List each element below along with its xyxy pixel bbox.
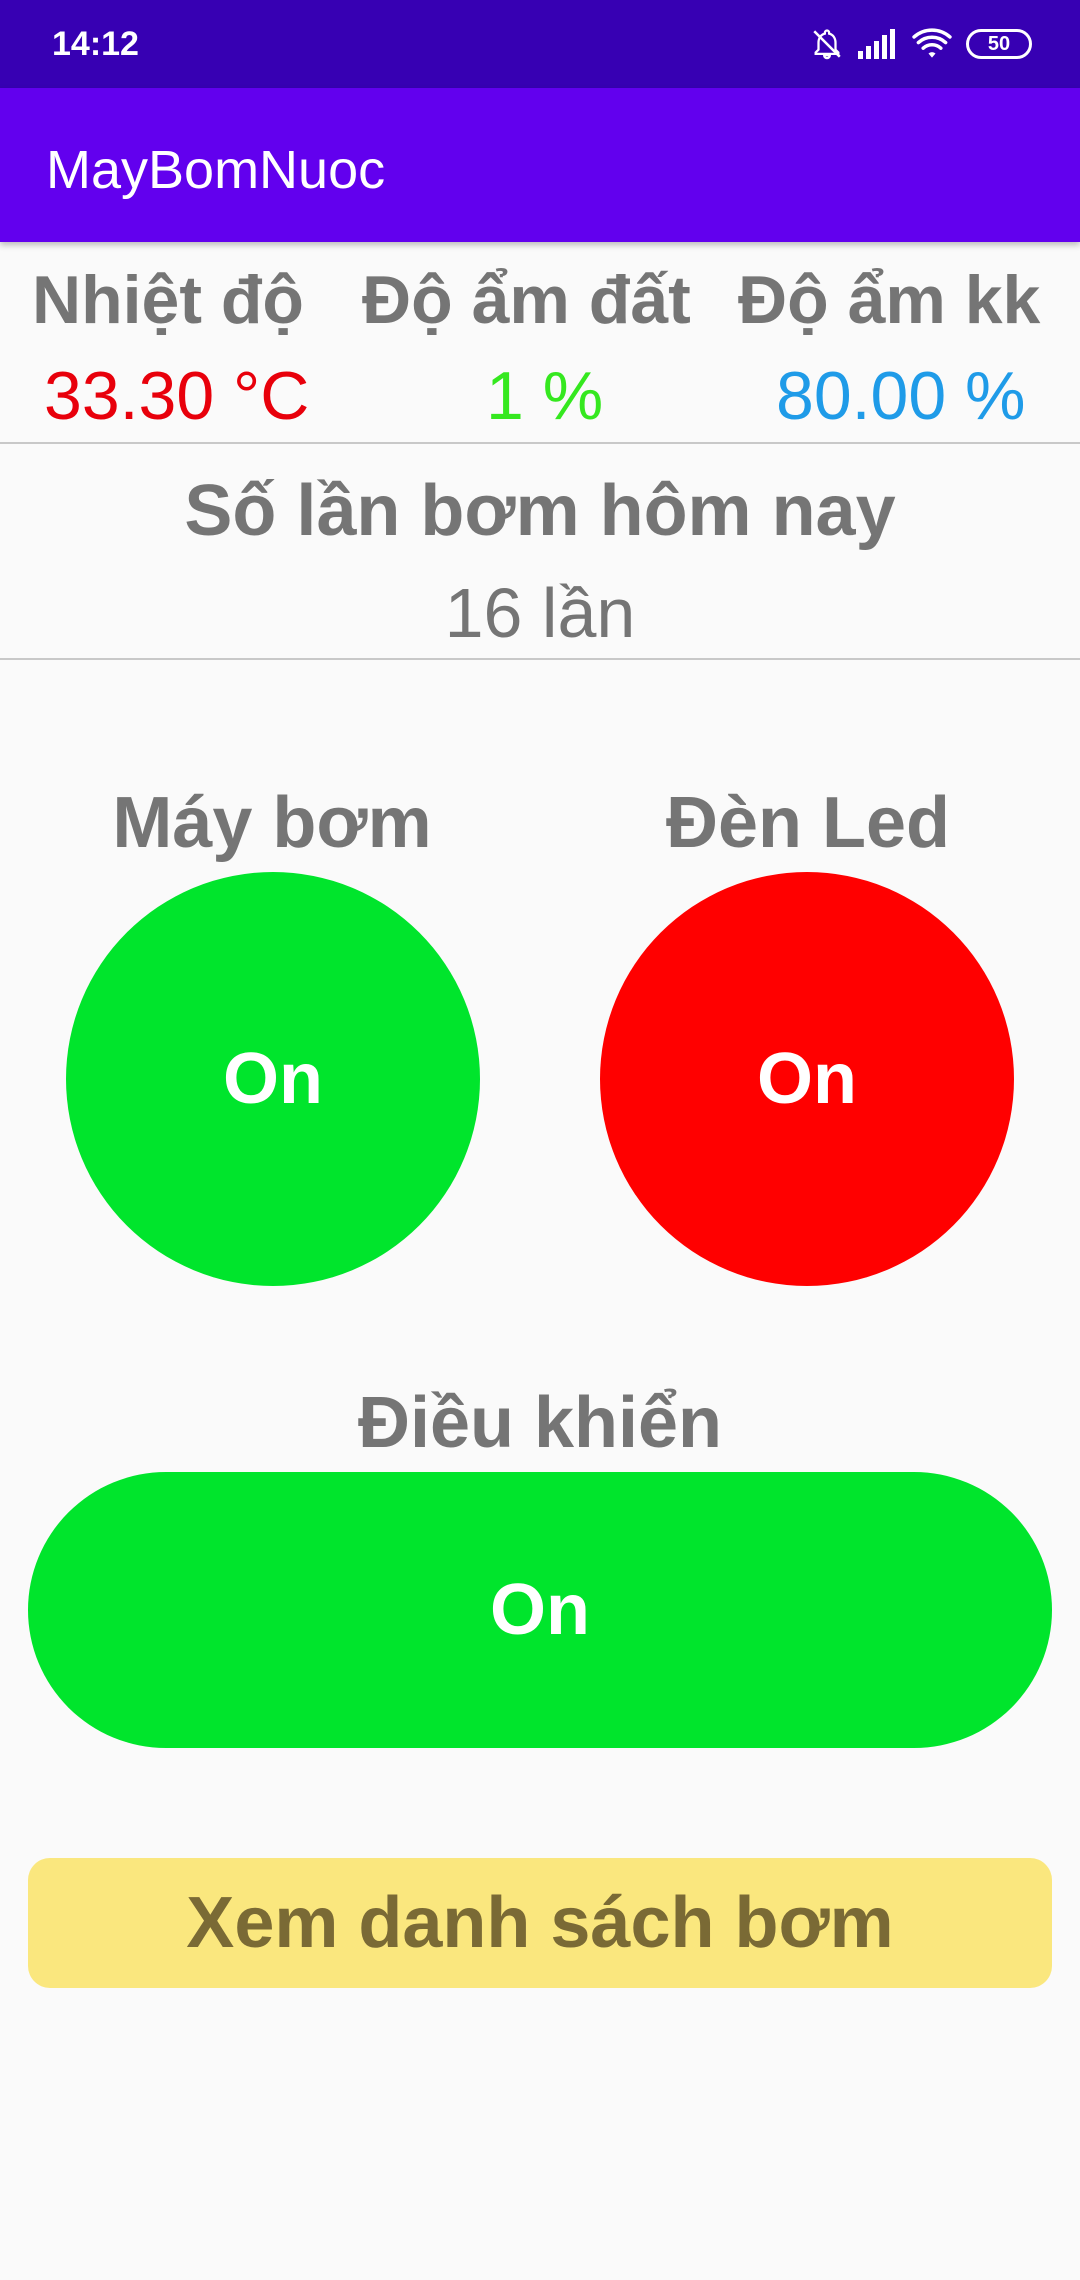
- divider: [0, 658, 1080, 660]
- divider: [0, 442, 1080, 444]
- battery-icon: 50: [966, 29, 1032, 59]
- pump-label: Máy bơm: [112, 783, 432, 863]
- sensor-label-air-humidity: Độ ẩm kk: [738, 262, 1041, 338]
- sensor-label-soil-moisture: Độ ẩm đất: [362, 262, 691, 338]
- wifi-icon: [912, 28, 952, 60]
- app-bar: MayBomNuoc: [0, 88, 1080, 242]
- sensor-label-temperature: Nhiệt độ: [32, 262, 304, 338]
- pump-count-value: 16 lần: [444, 574, 636, 652]
- status-icons: 50: [810, 22, 1032, 66]
- sensor-value-temperature: 33.30 °C: [44, 358, 310, 434]
- control-label: Điều khiển: [357, 1383, 723, 1463]
- led-status-button[interactable]: On: [600, 872, 1014, 1286]
- status-time: 14:12: [52, 25, 139, 63]
- view-pump-list-button[interactable]: Xem danh sách bơm: [28, 1858, 1052, 1988]
- pump-count-label: Số lần bơm hôm nay: [184, 471, 896, 551]
- bell-off-icon: [810, 27, 844, 61]
- sensor-value-soil-moisture: 1 %: [486, 358, 604, 434]
- signal-icon: [858, 29, 898, 59]
- sensor-value-air-humidity: 80.00 %: [776, 358, 1026, 434]
- status-bar: 14:12 50: [0, 0, 1080, 88]
- control-toggle-button[interactable]: On: [28, 1472, 1052, 1748]
- app-title: MayBomNuoc: [46, 140, 386, 200]
- pump-status-button[interactable]: On: [66, 872, 480, 1286]
- led-label: Đèn Led: [665, 783, 951, 863]
